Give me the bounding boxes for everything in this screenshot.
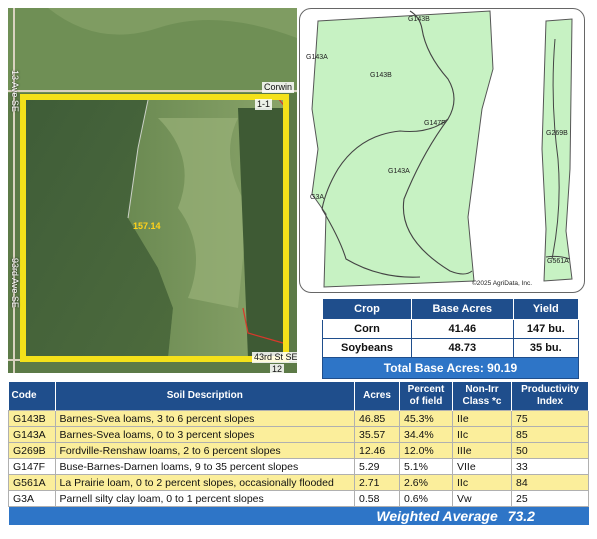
soil-parcel-main	[311, 10, 494, 288]
description-header: Soil Description	[55, 382, 355, 411]
acres-header: Acres	[354, 382, 400, 411]
soil-code-cell: G143A	[8, 426, 56, 443]
soil-row: G143B Barnes-Svea loams, 3 to 6 percent s…	[8, 410, 589, 427]
weighted-average-row: Weighted Average 73.2	[8, 506, 589, 525]
soil-description-cell: Fordville-Renshaw loams, 2 to 6 percent …	[54, 442, 355, 459]
soil-class-cell: Vw	[452, 490, 512, 507]
soil-index-cell: 33	[511, 458, 589, 475]
soil-class-cell: IIc	[452, 474, 512, 491]
crop-base-acres: 48.73	[410, 338, 514, 358]
total-base-acres: Total Base Acres: 90.19	[322, 357, 579, 379]
crop-row: Soybeans 48.73 35 bu.	[322, 338, 580, 358]
soil-table: Code Soil Description Acres Percent of f…	[8, 382, 589, 525]
soil-code-cell: G269B	[8, 442, 56, 459]
soil-percent-cell: 2.6%	[399, 474, 453, 491]
soil-acres-cell: 0.58	[354, 490, 400, 507]
road-label-left-bottom: 93rd Ave SE	[10, 258, 20, 308]
index-header: Productivity Index	[511, 382, 589, 411]
soil-code-cell: G143B	[8, 410, 56, 427]
soil-acres-cell: 5.29	[354, 458, 400, 475]
soil-acres-cell: 12.46	[354, 442, 400, 459]
soil-percent-cell: 12.0%	[399, 442, 453, 459]
soil-label: G143B	[408, 16, 430, 23]
crop-name: Corn	[322, 319, 412, 339]
soil-label: G269B	[546, 130, 568, 137]
soil-description-cell: Barnes-Svea loams, 0 to 3 percent slopes	[54, 426, 355, 443]
soil-row: G3A Parnell silty clay loam, 0 to 1 perce…	[8, 490, 589, 507]
soil-label: G3A	[310, 194, 324, 201]
copyright: ©2025 AgriData, Inc.	[472, 279, 532, 287]
acre-label: 157.14	[133, 221, 161, 231]
aerial-image	[8, 8, 297, 373]
soil-acres-cell: 2.71	[354, 474, 400, 491]
soil-code-cell: G561A	[8, 474, 56, 491]
soil-label: G561A	[547, 258, 569, 265]
soil-percent-cell: 45.3%	[399, 410, 453, 427]
soil-label: G143A	[388, 168, 410, 175]
soil-index-cell: 85	[511, 426, 589, 443]
soil-label: G143B	[370, 72, 392, 79]
soil-description-cell: La Prairie loam, 0 to 2 percent slopes, …	[54, 474, 355, 491]
soil-index-cell: 50	[511, 442, 589, 459]
soil-label: G147F	[424, 120, 445, 127]
soil-description-cell: Barnes-Svea loams, 3 to 6 percent slopes	[54, 410, 355, 427]
soil-row: G269B Fordville-Renshaw loams, 2 to 6 per…	[8, 442, 589, 459]
yield-header: Yield	[512, 298, 580, 320]
crop-yield: 35 bu.	[512, 338, 580, 358]
road-label-left-top: 13 Ave SE	[10, 70, 20, 112]
weighted-average-value: 73.2	[507, 508, 535, 524]
road-label-bottom: 43rd St SE	[252, 352, 297, 363]
crop-header: Crop	[322, 298, 412, 320]
soil-row: G561A La Prairie loam, 0 to 2 percent slo…	[8, 474, 589, 491]
soil-acres-cell: 35.57	[354, 426, 400, 443]
class-header: Non-Irr Class *c	[452, 382, 512, 411]
crop-yield: 147 bu.	[512, 319, 580, 339]
soil-index-cell: 25	[511, 490, 589, 507]
crop-name: Soybeans	[322, 338, 412, 358]
crop-row: Corn 41.46 147 bu.	[322, 319, 580, 339]
code-header: Code	[8, 382, 56, 411]
road-label-bottom-right: 12	[270, 364, 285, 373]
soil-percent-cell: 5.1%	[399, 458, 453, 475]
soil-class-cell: IIc	[452, 426, 512, 443]
soil-code-cell: G147F	[8, 458, 56, 475]
soil-label: G143A	[306, 54, 328, 61]
soil-index-cell: 75	[511, 410, 589, 427]
soil-acres-cell: 46.85	[354, 410, 400, 427]
weighted-average-label: Weighted Average	[376, 508, 498, 524]
soil-class-cell: IIIe	[452, 442, 512, 459]
soil-row: G147F Buse-Barnes-Darnen loams, 9 to 35 p…	[8, 458, 589, 475]
soil-index-cell: 84	[511, 474, 589, 491]
road-label-corwin: Corwin	[262, 82, 295, 93]
soil-code-cell: G3A	[8, 490, 56, 507]
soil-class-cell: VIIe	[452, 458, 512, 475]
soil-map: G143B G143A G143B G147F G143A G269B G3A …	[299, 8, 585, 293]
soil-description-cell: Buse-Barnes-Darnen loams, 9 to 35 percen…	[54, 458, 355, 475]
soil-row: G143A Barnes-Svea loams, 0 to 3 percent s…	[8, 426, 589, 443]
aerial-photo: Corwin 1-1 43rd St SE 12 13 Ave SE 93rd …	[8, 8, 297, 373]
crop-base-acres: 41.46	[410, 319, 514, 339]
percent-header: Percent of field	[399, 382, 453, 411]
soil-percent-cell: 0.6%	[399, 490, 453, 507]
soil-map-drawing: G143B G143A G143B G147F G143A G269B G3A …	[306, 10, 573, 288]
road-label-top-right: 1-1	[255, 99, 273, 110]
base-acres-header: Base Acres	[410, 298, 514, 320]
crop-table: Crop Base Acres Yield Corn 41.46 147 bu.…	[322, 298, 580, 379]
soil-percent-cell: 34.4%	[399, 426, 453, 443]
soil-class-cell: IIe	[452, 410, 512, 427]
soil-description-cell: Parnell silty clay loam, 0 to 1 percent …	[54, 490, 355, 507]
